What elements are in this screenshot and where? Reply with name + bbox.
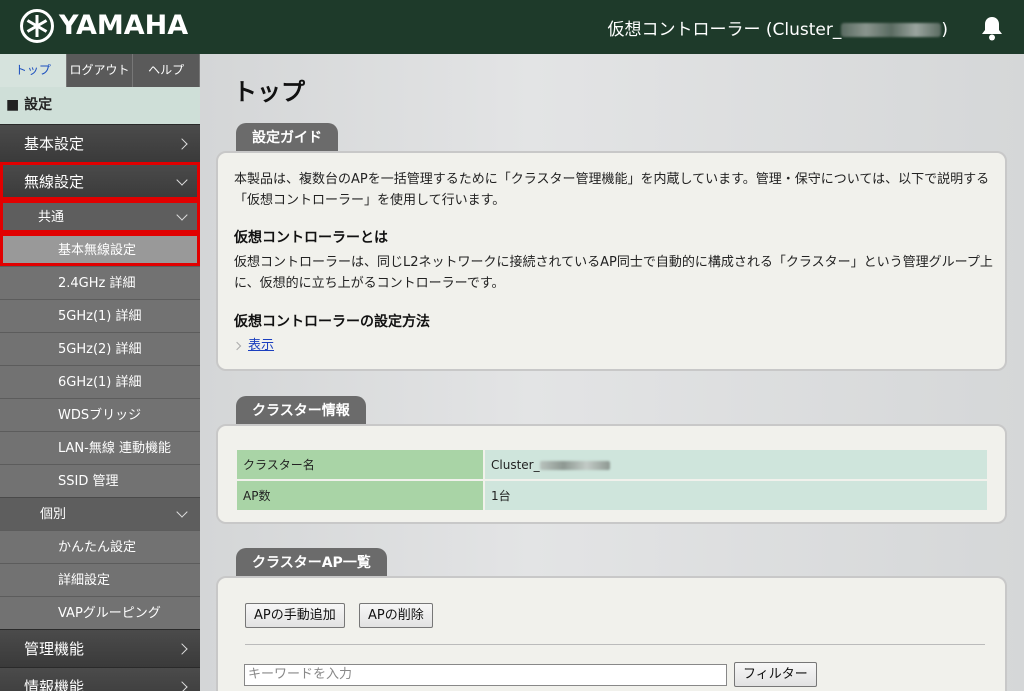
bell-icon[interactable] (980, 15, 1004, 41)
sidebar-item-label: 無線設定 (24, 173, 85, 191)
sidebar-item-detail[interactable]: 詳細設定 (0, 563, 200, 596)
guide-heading-howto: 仮想コントローラーの設定方法 (234, 314, 430, 330)
sidebar-tabs: トップ ログアウト ヘルプ (0, 54, 200, 87)
guide-heading-about: 仮想コントローラーとは (234, 230, 388, 246)
sidebar-item-easy[interactable]: かんたん設定 (0, 530, 200, 563)
cluster-info-panel: クラスター名 Cluster_ AP数 1台 (216, 424, 1007, 524)
sidebar-item-label: WDSブリッジ (58, 408, 142, 423)
guide-intro: 本製品は、複数台のAPを一括管理するために「クラスター管理機能」を内蔵しています… (234, 172, 990, 208)
sidebar-item-info[interactable]: 情報機能 (0, 667, 200, 691)
tab-top[interactable]: トップ (0, 54, 67, 87)
app-header: YAMAHA 仮想コントローラー (Cluster_) (0, 0, 1024, 54)
header-title-text: 仮想コントローラー (Cluster_ (607, 20, 842, 40)
cluster-info-table: クラスター名 Cluster_ AP数 1台 (235, 448, 989, 512)
sidebar-item-wds[interactable]: WDSブリッジ (0, 398, 200, 431)
sidebar-item-label: 5GHz(2) 詳細 (58, 342, 142, 357)
yamaha-logo[interactable]: YAMAHA (20, 9, 188, 43)
sidebar-item-5ghz-1[interactable]: 5GHz(1) 詳細 (0, 299, 200, 332)
guide-about-text: 仮想コントローラーは、同じL2ネットワークに接続されているAP同士で自動的に構成… (234, 255, 993, 291)
cluster-name-value: Cluster_ (485, 450, 987, 479)
header-title-suffix: ) (941, 20, 948, 40)
sidebar-item-label: 基本無線設定 (58, 243, 137, 258)
sidebar-item-label: かんたん設定 (58, 540, 137, 555)
redacted-cluster-id (841, 23, 942, 37)
sidebar-item-label: 詳細設定 (58, 573, 111, 588)
sidebar-item-wireless[interactable]: 無線設定 (0, 162, 200, 200)
logo-text: YAMAHA (59, 10, 189, 41)
sidebar-item-5ghz-2[interactable]: 5GHz(2) 詳細 (0, 332, 200, 365)
sidebar-item-label: LAN-無線 連動機能 (58, 441, 171, 456)
page-title: トップ (233, 78, 305, 106)
ap-list-panel: APの手動追加 APの削除 キーワードを入力 フィルター (216, 576, 1007, 691)
chevron-right-icon (176, 137, 188, 150)
cluster-name-key: クラスター名 (237, 450, 483, 479)
sidebar-item-label: 5GHz(1) 詳細 (58, 309, 142, 324)
header-title: 仮想コントローラー (Cluster_) (607, 15, 948, 40)
sidebar: トップ ログアウト ヘルプ ■ 設定 基本設定 無線設定 共通 基本無線設定 2… (0, 54, 200, 691)
redacted-cluster-id (539, 460, 610, 470)
cluster-name-text: Cluster_ (491, 457, 540, 472)
sidebar-item-basic-wireless[interactable]: 基本無線設定 (0, 233, 200, 266)
guide-section-tab: 設定ガイド (236, 123, 338, 153)
delete-ap-button[interactable]: APの削除 (359, 603, 433, 628)
sidebar-item-vap[interactable]: VAPグルーピング (0, 596, 200, 629)
table-row: クラスター名 Cluster_ (237, 450, 987, 479)
tab-logout[interactable]: ログアウト (66, 54, 134, 87)
sidebar-item-label: 共通 (38, 210, 65, 225)
sidebar-item-label: SSID 管理 (58, 474, 119, 489)
sidebar-item-individual[interactable]: 個別 (0, 497, 200, 530)
sidebar-item-label: 2.4GHz 詳細 (58, 276, 136, 291)
add-ap-button[interactable]: APの手動追加 (245, 603, 345, 628)
sidebar-item-mgmt[interactable]: 管理機能 (0, 629, 200, 667)
tuning-fork-logo-icon (20, 9, 54, 43)
sidebar-item-2-4ghz[interactable]: 2.4GHz 詳細 (0, 266, 200, 299)
guide-show-row: 表示 (232, 334, 274, 353)
sidebar-section-title: ■ 設定 (0, 87, 200, 124)
sidebar-item-ssid[interactable]: SSID 管理 (0, 464, 200, 497)
chevron-right-icon (176, 642, 188, 655)
sidebar-item-label: VAPグルーピング (58, 606, 161, 621)
divider (245, 644, 985, 645)
main-content: トップ 設定ガイド 本製品は、複数台のAPを一括管理するために「クラスター管理機… (200, 54, 1024, 691)
sidebar-item-6ghz-1[interactable]: 6GHz(1) 詳細 (0, 365, 200, 398)
tab-help[interactable]: ヘルプ (133, 54, 200, 87)
table-row: AP数 1台 (237, 481, 987, 510)
sidebar-item-label: 個別 (40, 507, 67, 522)
chevron-right-icon (232, 341, 242, 351)
ap-list-section-tab: クラスターAP一覧 (236, 548, 387, 578)
show-link[interactable]: 表示 (248, 338, 274, 353)
sidebar-item-basic[interactable]: 基本設定 (0, 124, 200, 162)
ap-count-key: AP数 (237, 481, 483, 510)
sidebar-item-lan-link[interactable]: LAN-無線 連動機能 (0, 431, 200, 464)
sidebar-item-label: 管理機能 (24, 640, 85, 658)
sidebar-item-label: 6GHz(1) 詳細 (58, 375, 142, 390)
chevron-down-icon (176, 173, 188, 186)
filter-button[interactable]: フィルター (734, 662, 817, 687)
chevron-down-icon (176, 209, 188, 221)
guide-panel: 本製品は、複数台のAPを一括管理するために「クラスター管理機能」を内蔵しています… (216, 151, 1007, 371)
chevron-down-icon (176, 506, 188, 518)
keyword-input[interactable]: キーワードを入力 (244, 664, 727, 686)
ap-count-value: 1台 (485, 481, 987, 510)
sidebar-item-common[interactable]: 共通 (0, 200, 200, 233)
sidebar-item-label: 基本設定 (24, 135, 85, 153)
cluster-info-section-tab: クラスター情報 (236, 396, 366, 426)
sidebar-item-label: 情報機能 (24, 678, 85, 691)
chevron-right-icon (176, 680, 188, 691)
